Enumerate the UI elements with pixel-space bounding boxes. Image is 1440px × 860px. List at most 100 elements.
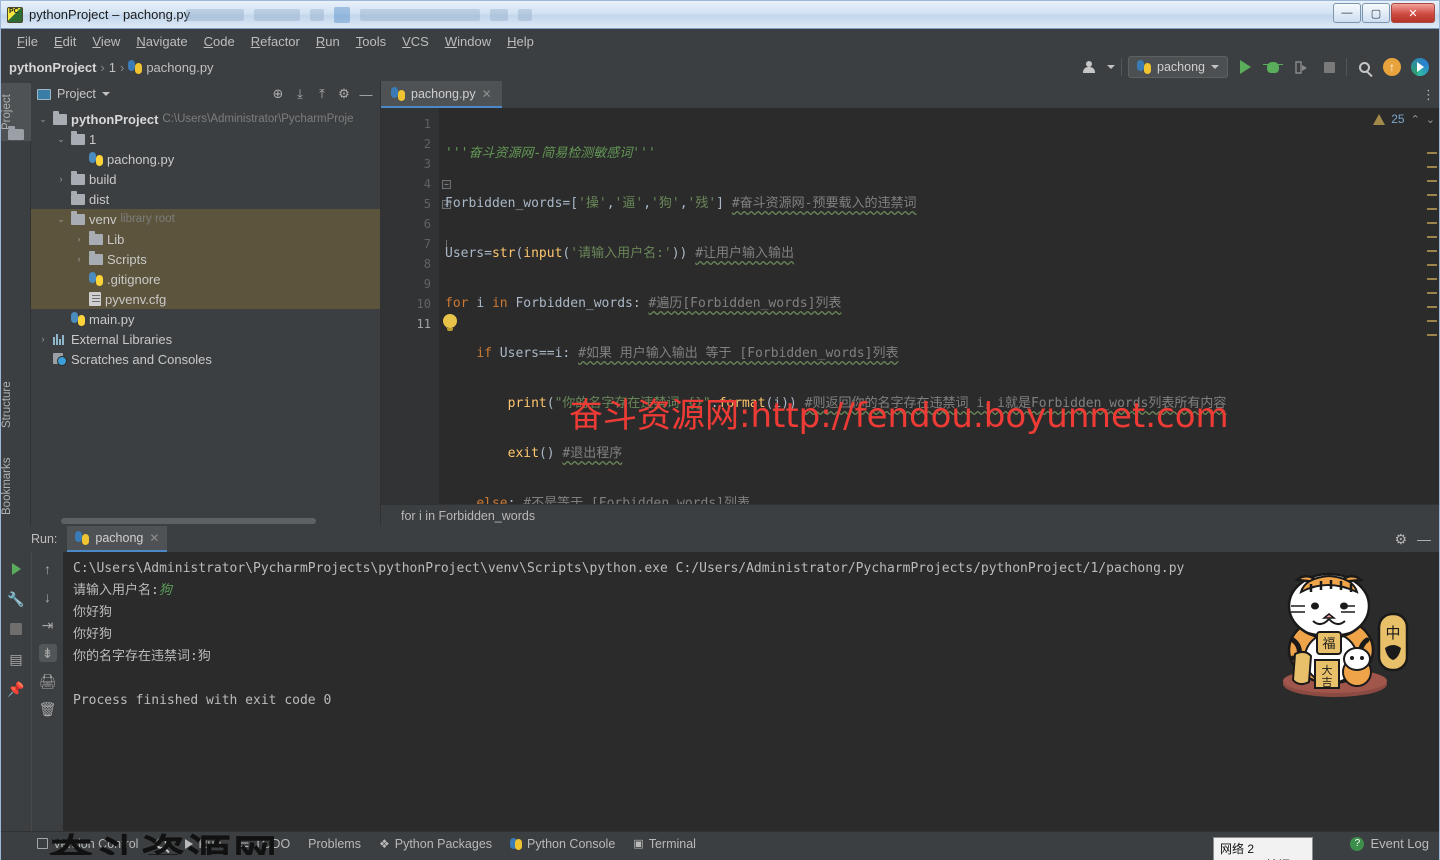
project-horizontal-scrollbar[interactable] bbox=[31, 516, 380, 526]
folder-icon bbox=[53, 110, 67, 125]
sidebar-item-structure[interactable]: Structure bbox=[1, 369, 31, 441]
tree-item-pyvenv-cfg[interactable]: pyvenv.cfg bbox=[31, 289, 380, 309]
run-button[interactable] bbox=[1234, 56, 1256, 78]
collapse-all-icon[interactable]: ⤒ bbox=[314, 86, 330, 102]
close-icon[interactable]: ✕ bbox=[149, 531, 159, 545]
wrench-icon[interactable]: 🔧 bbox=[7, 590, 25, 608]
minimize-button[interactable]: — bbox=[1333, 3, 1361, 23]
close-icon[interactable]: ✕ bbox=[482, 87, 492, 101]
menu-refactor[interactable]: Refactor bbox=[243, 32, 308, 51]
menu-code[interactable]: Code bbox=[196, 32, 243, 51]
print-icon[interactable]: 🖨 bbox=[39, 672, 57, 690]
chevron-right-icon[interactable]: › bbox=[55, 174, 67, 184]
search-icon[interactable] bbox=[1353, 56, 1375, 78]
sidebar-item-bookmarks[interactable]: Bookmarks bbox=[1, 445, 31, 527]
code-line-8: else: #不是等于 [Forbidden_words]列表 bbox=[476, 496, 750, 504]
run-configuration-selector[interactable]: pachong bbox=[1128, 56, 1228, 78]
menu-file[interactable]: File bbox=[9, 32, 46, 51]
user-account-icon[interactable] bbox=[1079, 56, 1101, 78]
chevron-down-icon[interactable] bbox=[1107, 65, 1116, 69]
breadcrumb-folder[interactable]: 1 bbox=[109, 60, 116, 75]
window-controls[interactable]: — ▢ ✕ bbox=[1333, 3, 1435, 23]
trash-icon[interactable]: 🗑 bbox=[39, 700, 57, 718]
bottom-item-run[interactable]: Run bbox=[185, 837, 221, 851]
menu-navigate[interactable]: Navigate bbox=[128, 32, 195, 51]
project-tree[interactable]: ⌄ pythonProject C:\Users\Administrator\Pyc… bbox=[31, 107, 380, 516]
breadcrumb-project[interactable]: pythonProject bbox=[9, 60, 96, 75]
maximize-button[interactable]: ▢ bbox=[1362, 3, 1390, 23]
settings-gear-icon[interactable]: ⚙ bbox=[1394, 531, 1407, 548]
chevron-right-icon[interactable]: › bbox=[73, 254, 85, 264]
chevron-down-icon[interactable]: ⌄ bbox=[55, 134, 67, 145]
console-output[interactable]: C:\Users\Administrator\PycharmProjects\p… bbox=[63, 552, 1439, 831]
network-tooltip: 网络 2 Internet 访问 bbox=[1213, 837, 1313, 860]
tree-item-1[interactable]: ⌄ 1 bbox=[31, 129, 380, 149]
menu-window[interactable]: Window bbox=[437, 32, 499, 51]
stop-button[interactable] bbox=[1318, 56, 1340, 78]
more-options-icon[interactable]: ⋮ bbox=[1419, 81, 1439, 108]
bottom-item-version-control[interactable]: Version Control bbox=[37, 837, 138, 851]
expand-all-icon[interactable]: ⤓ bbox=[292, 86, 308, 102]
bottom-item-label: Run bbox=[198, 836, 222, 851]
chevron-down-icon[interactable] bbox=[101, 92, 110, 96]
menu-edit[interactable]: Edit bbox=[46, 32, 84, 51]
down-arrow-icon[interactable]: ↓ bbox=[39, 588, 57, 606]
chevron-right-icon[interactable]: › bbox=[73, 234, 85, 244]
tree-item-main-py[interactable]: main.py bbox=[31, 309, 380, 329]
error-stripe-marker-panel[interactable] bbox=[1423, 108, 1439, 504]
bottom-item-python-packages[interactable]: ❖ Python Packages bbox=[379, 837, 492, 851]
close-button[interactable]: ✕ bbox=[1391, 3, 1435, 23]
up-arrow-icon[interactable]: ↑ bbox=[39, 560, 57, 578]
menu-vcs[interactable]: VCS bbox=[394, 32, 437, 51]
inspection-widget[interactable]: 25 ⌃ ⌄ bbox=[1373, 112, 1435, 126]
stop-icon[interactable] bbox=[7, 620, 25, 638]
bottom-item-label: Terminal bbox=[648, 836, 696, 851]
bottom-item-problems[interactable]: Problems bbox=[308, 837, 361, 851]
select-opened-file-icon[interactable]: ⊕ bbox=[270, 86, 286, 102]
tree-item-venv[interactable]: ⌄ venv library root bbox=[31, 209, 380, 229]
bottom-item-python-console[interactable]: Python Console bbox=[510, 837, 615, 851]
menu-run[interactable]: Run bbox=[308, 32, 348, 51]
event-log-button[interactable]: ? Event Log bbox=[1350, 836, 1429, 851]
tree-item-pythonproject[interactable]: ⌄ pythonProject C:\Users\Administrator\Pyc… bbox=[31, 109, 380, 129]
rerun-icon[interactable] bbox=[7, 560, 25, 578]
scrollbar-thumb[interactable] bbox=[61, 518, 316, 524]
bottom-item-search[interactable] bbox=[156, 838, 168, 849]
soft-wrap-icon[interactable]: ⇥ bbox=[39, 616, 57, 634]
breadcrumb-file[interactable]: pachong.py bbox=[146, 60, 213, 75]
code-editor[interactable]: 25 ⌃ ⌄ 1 2 3 4− 5− 6 7 8 9 10 11 '''奋斗资源… bbox=[381, 108, 1439, 504]
layout-icon[interactable]: ▤ bbox=[7, 650, 25, 668]
ai-assistant-icon[interactable] bbox=[1409, 56, 1431, 78]
previous-problem-icon[interactable]: ⌃ bbox=[1411, 113, 1420, 126]
next-problem-icon[interactable]: ⌄ bbox=[1426, 113, 1435, 126]
run-tab-pachong[interactable]: pachong ✕ bbox=[67, 526, 168, 552]
menu-help[interactable]: Help bbox=[499, 32, 542, 51]
pin-icon[interactable]: 📌 bbox=[7, 680, 25, 698]
update-project-icon[interactable]: ↑ bbox=[1381, 56, 1403, 78]
bottom-item-terminal[interactable]: ▣ Terminal bbox=[633, 837, 696, 851]
tree-item-scratches-and-consoles[interactable]: Scratches and Consoles bbox=[31, 349, 380, 369]
chevron-down-icon[interactable]: ⌄ bbox=[55, 214, 67, 225]
tree-item-build[interactable]: › build bbox=[31, 169, 380, 189]
debug-button[interactable] bbox=[1262, 56, 1284, 78]
editor-tab-pachong[interactable]: pachong.py ✕ bbox=[381, 81, 502, 108]
settings-gear-icon[interactable]: ⚙ bbox=[336, 86, 352, 102]
coverage-button[interactable] bbox=[1290, 56, 1312, 78]
scroll-to-end-icon[interactable]: ⇟ bbox=[38, 644, 57, 662]
tree-item-lib[interactable]: › Lib bbox=[31, 229, 380, 249]
menu-view[interactable]: View bbox=[84, 32, 128, 51]
tree-item-dist[interactable]: dist bbox=[31, 189, 380, 209]
hide-panel-icon[interactable]: — bbox=[1417, 531, 1439, 547]
bottom-item-todo[interactable]: ☰ TODO bbox=[239, 837, 290, 851]
code-content[interactable]: '''奋斗资源网-简易检测敏感词''' Forbidden_words=['操'… bbox=[439, 108, 1423, 504]
editor-gutter[interactable]: 1 2 3 4− 5− 6 7 8 9 10 11 bbox=[381, 108, 457, 504]
chevron-right-icon[interactable]: › bbox=[37, 334, 49, 344]
tree-item-pachong-py[interactable]: pachong.py bbox=[31, 149, 380, 169]
tree-item-scripts[interactable]: › Scripts bbox=[31, 249, 380, 269]
editor-breadcrumb[interactable]: for i in Forbidden_words bbox=[381, 504, 1439, 526]
tree-item-external-libraries[interactable]: › External Libraries bbox=[31, 329, 380, 349]
hide-panel-icon[interactable]: — bbox=[358, 86, 374, 102]
tree-item--gitignore[interactable]: .gitignore bbox=[31, 269, 380, 289]
menu-tools[interactable]: Tools bbox=[348, 32, 394, 51]
chevron-down-icon[interactable]: ⌄ bbox=[37, 114, 49, 125]
